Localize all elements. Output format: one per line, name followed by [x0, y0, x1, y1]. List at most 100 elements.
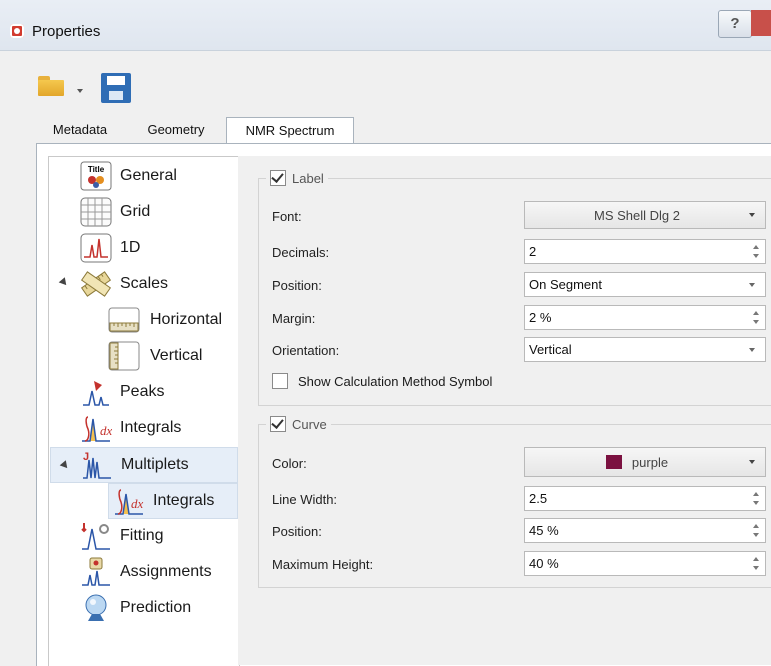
decimals-value: 2: [529, 244, 537, 259]
color-select[interactable]: purple: [524, 447, 766, 477]
color-value-wrap: purple: [525, 454, 749, 470]
svg-text:dx: dx: [131, 496, 144, 511]
svg-text:Title: Title: [88, 165, 105, 174]
assignments-icon: [80, 557, 112, 587]
grid-icon: [80, 197, 112, 227]
label-group-checkbox[interactable]: [270, 170, 286, 186]
show-symbol-option[interactable]: Show Calculation Method Symbol: [272, 373, 492, 389]
tree-item-label: Integrals: [153, 492, 215, 509]
tree-item-label: 1D: [120, 239, 141, 256]
tree-item-label: Scales: [120, 275, 169, 292]
font-select[interactable]: MS Shell Dlg 2: [524, 201, 766, 229]
spin-up-icon[interactable]: [753, 311, 759, 315]
save-icon[interactable]: [101, 73, 131, 103]
tree-item-peaks[interactable]: Peaks: [80, 375, 164, 409]
tree-item-label: Prediction: [120, 599, 192, 616]
title-bar: Properties ?: [0, 0, 771, 51]
spin-down-icon[interactable]: [753, 501, 759, 505]
tree-item-label: Multiplets: [121, 456, 189, 473]
spin-down-icon[interactable]: [753, 533, 759, 537]
window-title: Properties: [32, 23, 101, 40]
line-width-spinbox[interactable]: 2.5: [524, 486, 766, 511]
color-value: purple: [631, 454, 669, 470]
folder-open-icon[interactable]: [38, 76, 64, 96]
tree-item-1d[interactable]: 1D: [80, 231, 140, 265]
curve-group-header: Curve: [266, 415, 331, 433]
position-value: On Segment: [529, 277, 602, 292]
ruler-icon: [80, 269, 112, 299]
curve-position-label: Position:: [272, 524, 322, 539]
tree-item-label: General: [120, 167, 177, 184]
tree-item-vertical[interactable]: Vertical: [108, 339, 202, 373]
multiplet-integrals-icon: dx: [113, 486, 145, 516]
orientation-value: Vertical: [529, 342, 572, 357]
tree-item-horizontal[interactable]: Horizontal: [108, 303, 222, 337]
spin-up-icon[interactable]: [753, 245, 759, 249]
spin-up-icon[interactable]: [753, 492, 759, 496]
tab-metadata[interactable]: Metadata: [44, 117, 116, 143]
position-select[interactable]: On Segment: [524, 272, 766, 297]
tree-item-general[interactable]: Title General: [80, 159, 177, 193]
curve-group-title: Curve: [292, 416, 327, 432]
orientation-select[interactable]: Vertical: [524, 337, 766, 362]
spin-up-icon[interactable]: [753, 557, 759, 561]
title-icon: Title: [80, 161, 112, 191]
label-group-header: Label: [266, 169, 328, 187]
margin-label: Margin:: [272, 311, 316, 326]
curve-group-checkbox[interactable]: [270, 416, 286, 432]
tree-item-label: Peaks: [120, 383, 165, 400]
prediction-icon: [80, 593, 112, 623]
tree-item-multiplets[interactable]: J Multiplets: [50, 447, 238, 483]
spin-down-icon[interactable]: [753, 320, 759, 324]
max-height-spinbox[interactable]: 40 %: [524, 551, 766, 576]
tree-item-label: Vertical: [150, 347, 203, 364]
svg-text:dx: dx: [100, 423, 112, 438]
spin-up-icon[interactable]: [753, 524, 759, 528]
max-height-value: 40 %: [529, 556, 559, 571]
color-swatch: [605, 454, 622, 469]
fitting-icon: [80, 521, 112, 551]
tree-item-label: Grid: [120, 203, 151, 220]
spin-down-icon[interactable]: [753, 254, 759, 258]
tab-nmr-spectrum[interactable]: NMR Spectrum: [226, 117, 354, 145]
orientation-label: Orientation:: [272, 343, 340, 358]
font-value: MS Shell Dlg 2: [594, 207, 680, 223]
decimals-spinbox[interactable]: 2: [524, 239, 766, 264]
tree-item-grid[interactable]: Grid: [80, 195, 150, 229]
peaks-icon: [80, 377, 112, 407]
font-label: Font:: [272, 209, 302, 224]
line-width-label: Line Width:: [272, 492, 338, 507]
horizontal-ruler-icon: [108, 305, 140, 335]
tree-item-multiplet-integrals[interactable]: dx Integrals: [108, 483, 238, 519]
tree-item-assignments[interactable]: Assignments: [80, 555, 212, 589]
open-dropdown-arrow-icon[interactable]: [77, 89, 83, 93]
show-symbol-checkbox[interactable]: [272, 373, 288, 389]
tree-item-prediction[interactable]: Prediction: [80, 591, 191, 625]
tree-item-label: Fitting: [120, 527, 164, 544]
integrals-icon: dx: [80, 413, 113, 443]
vertical-ruler-icon: [108, 341, 140, 371]
chevron-down-icon: [749, 460, 755, 464]
tree-item-label: Assignments: [120, 563, 212, 580]
chevron-down-icon: [749, 213, 755, 217]
app-icon: [10, 24, 24, 38]
tree-item-integrals[interactable]: dx Integrals: [80, 411, 181, 445]
multiplets-expander-icon[interactable]: [59, 459, 71, 471]
decimals-label: Decimals:: [272, 245, 330, 260]
close-button[interactable]: [751, 10, 771, 36]
label-group-title: Label: [292, 170, 324, 186]
curve-position-spinbox[interactable]: 45 %: [524, 518, 766, 543]
help-button[interactable]: ?: [718, 10, 752, 38]
tree-item-scales[interactable]: Scales: [80, 267, 168, 301]
tree-item-fitting[interactable]: Fitting: [80, 519, 164, 553]
color-label: Color:: [272, 456, 307, 471]
svg-text:J: J: [83, 451, 89, 463]
spin-down-icon[interactable]: [753, 566, 759, 570]
line-width-value: 2.5: [529, 491, 548, 506]
max-height-label: Maximum Height:: [272, 557, 374, 572]
tab-geometry[interactable]: Geometry: [136, 117, 216, 143]
multiplets-icon: J: [81, 450, 113, 480]
margin-spinbox[interactable]: 2 %: [524, 305, 766, 330]
margin-value: 2 %: [529, 310, 552, 325]
curve-position-value: 45 %: [529, 523, 559, 538]
